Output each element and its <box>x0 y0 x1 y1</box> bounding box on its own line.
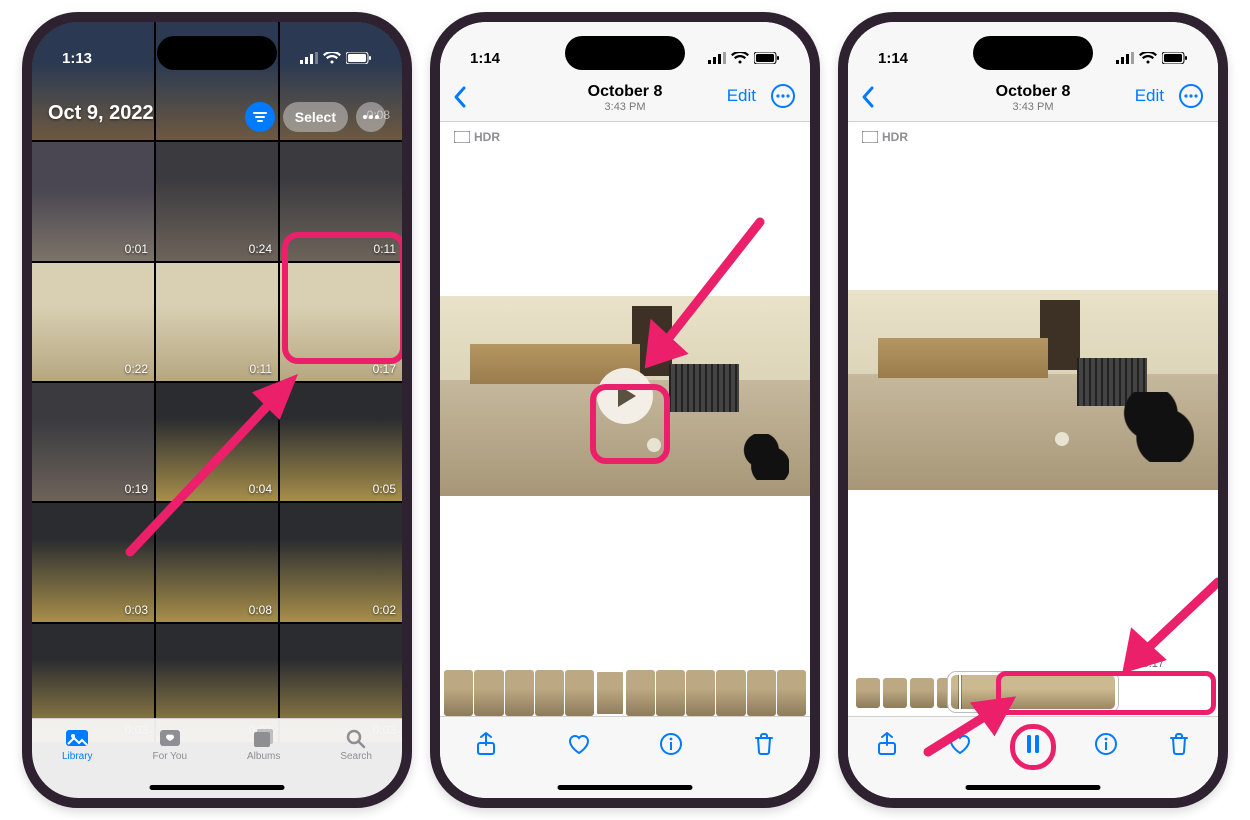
dynamic-island <box>157 36 277 70</box>
tab-label: For You <box>153 751 187 762</box>
more-button[interactable] <box>1178 83 1204 109</box>
phone-library: 1:13 0:01 0:24 0:11 0:22 0:11 0: <box>22 12 412 808</box>
nav-subtitle: 3:43 PM <box>996 101 1071 113</box>
more-button[interactable] <box>770 83 796 109</box>
video-scrubber[interactable] <box>948 672 1118 712</box>
thumb-8[interactable]: 0:17 <box>280 263 402 381</box>
wifi-icon <box>731 52 749 64</box>
video-viewport[interactable] <box>440 122 810 670</box>
thumb-14[interactable]: 0:02 <box>280 503 402 621</box>
cellular-icon <box>708 52 726 64</box>
status-time: 1:14 <box>878 50 908 67</box>
dynamic-island <box>565 36 685 70</box>
battery-icon <box>346 52 372 64</box>
back-button[interactable] <box>452 85 468 109</box>
tab-foryou[interactable]: For You <box>153 727 187 762</box>
tab-label: Search <box>340 751 372 762</box>
info-button[interactable] <box>1093 731 1119 757</box>
thumb-12[interactable]: 0:03 <box>32 503 154 621</box>
nav-subtitle: 3:43 PM <box>588 101 663 113</box>
thumb-9[interactable]: 0:19 <box>32 383 154 501</box>
thumb-7[interactable]: 0:11 <box>156 263 278 381</box>
wifi-icon <box>1139 52 1157 64</box>
home-indicator[interactable] <box>558 785 693 790</box>
thumbnail-strip[interactable] <box>440 670 810 716</box>
thumb-3[interactable]: 0:01 <box>32 142 154 260</box>
time-remaining: -00:17 <box>1133 658 1164 670</box>
tab-label: Library <box>62 751 93 762</box>
status-time: 1:13 <box>62 50 92 67</box>
home-indicator[interactable] <box>150 785 285 790</box>
favorite-button[interactable] <box>947 731 973 757</box>
thumb-4[interactable]: 0:24 <box>156 142 278 260</box>
battery-icon <box>754 52 780 64</box>
ghost-duration: 0:08 <box>367 108 390 122</box>
pause-button[interactable] <box>1020 731 1046 757</box>
thumb-6[interactable]: 0:22 <box>32 263 154 381</box>
phone-detail-paused: 1:14 October 8 3:43 PM <box>430 12 820 808</box>
tab-library[interactable]: Library <box>62 727 93 762</box>
thumb-11[interactable]: 0:05 <box>280 383 402 501</box>
nav-title: October 8 <box>996 83 1071 101</box>
playhead[interactable] <box>959 672 961 712</box>
play-button[interactable] <box>597 368 653 424</box>
filter-button[interactable] <box>245 102 275 132</box>
share-button[interactable] <box>473 731 499 757</box>
edit-button[interactable]: Edit <box>727 86 756 106</box>
favorite-button[interactable] <box>566 731 592 757</box>
share-button[interactable] <box>874 731 900 757</box>
delete-button[interactable] <box>1166 731 1192 757</box>
cellular-icon <box>1116 52 1134 64</box>
hdr-badge: HDR <box>862 130 908 144</box>
status-time: 1:14 <box>470 50 500 67</box>
select-button[interactable]: Select <box>283 102 348 132</box>
hdr-badge: HDR <box>454 130 500 144</box>
tab-albums[interactable]: Albums <box>247 727 280 762</box>
video-viewport[interactable] <box>848 122 1218 658</box>
wifi-icon <box>323 52 341 64</box>
home-indicator[interactable] <box>966 785 1101 790</box>
dynamic-island <box>973 36 1093 70</box>
phone-detail-playing: 1:14 October 8 3:43 PM <box>838 12 1228 808</box>
cellular-icon <box>300 52 318 64</box>
edit-button[interactable]: Edit <box>1135 86 1164 106</box>
delete-button[interactable] <box>751 731 777 757</box>
nav-title: October 8 <box>588 83 663 101</box>
info-button[interactable] <box>658 731 684 757</box>
thumb-5[interactable]: 0:11 <box>280 142 402 260</box>
thumb-10[interactable]: 0:04 <box>156 383 278 501</box>
tab-label: Albums <box>247 751 280 762</box>
library-date-header: Oct 9, 2022 <box>48 102 154 125</box>
battery-icon <box>1162 52 1188 64</box>
tab-search[interactable]: Search <box>340 727 372 762</box>
thumb-13[interactable]: 0:08 <box>156 503 278 621</box>
back-button[interactable] <box>860 85 876 109</box>
